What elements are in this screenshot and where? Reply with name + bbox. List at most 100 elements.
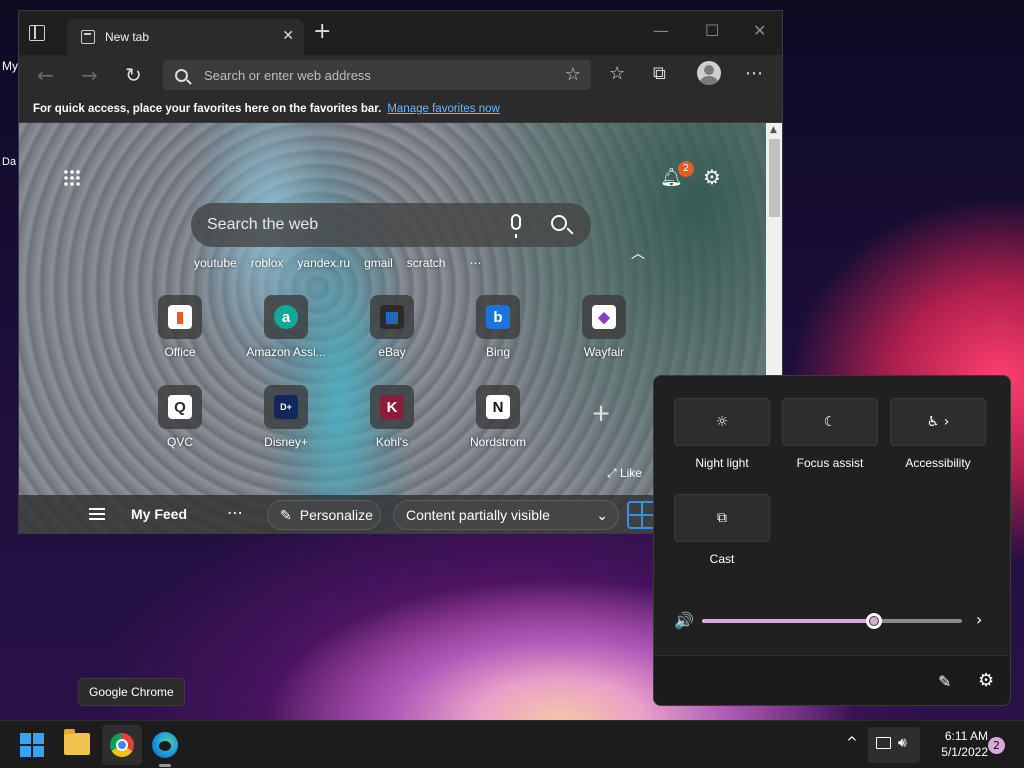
volume-more-chevron-icon[interactable]: › xyxy=(976,610,982,629)
new-tab-icon xyxy=(81,30,95,44)
tile-qvc[interactable]: Q QVC xyxy=(135,385,225,449)
manage-favorites-link[interactable]: Manage favorites now xyxy=(387,103,500,115)
scroll-up-icon[interactable]: ▲ xyxy=(770,125,777,135)
collapse-chevron-icon[interactable]: ︿ xyxy=(631,243,645,263)
nordstrom-icon: N xyxy=(486,395,510,419)
add-site-button[interactable]: + xyxy=(591,399,611,427)
address-placeholder: Search or enter web address xyxy=(204,67,371,83)
quick-link[interactable]: youtube xyxy=(194,256,237,270)
clock[interactable]: 6:11 AM 5/1/2022 xyxy=(928,728,988,760)
volume-slider-thumb[interactable] xyxy=(865,613,882,629)
microphone-icon[interactable] xyxy=(511,214,521,238)
settings-gear-icon[interactable]: ⚙ xyxy=(978,670,994,691)
taskbar-tooltip: Google Chrome xyxy=(78,678,185,706)
night-light-toggle[interactable]: ☼ xyxy=(674,398,770,446)
refresh-button[interactable]: ↻ xyxy=(125,63,142,87)
settings-more-button[interactable]: ⋯ xyxy=(745,63,763,84)
desktop-icon-label[interactable]: Da xyxy=(2,156,16,168)
forward-button[interactable]: → xyxy=(81,63,98,87)
quick-settings-footer: ✎ ⚙ xyxy=(654,655,1010,705)
tile-ebay[interactable]: ▦ eBay xyxy=(347,295,437,359)
title-bar: New tab ✕ + — ☐ ✕ xyxy=(19,11,782,55)
chrome-icon xyxy=(110,733,134,757)
volume-slider[interactable] xyxy=(702,613,962,629)
tile-label: Office xyxy=(164,345,196,359)
system-tray-button[interactable]: 🔊︎ xyxy=(868,727,920,763)
running-indicator xyxy=(159,764,171,767)
tile-icon: ▮ xyxy=(158,295,202,339)
tab-new-tab[interactable]: New tab ✕ xyxy=(67,19,304,55)
bing-icon: b xyxy=(486,305,510,329)
tile-kohls[interactable]: K Kohl's xyxy=(347,385,437,449)
cast-button[interactable]: ⧉ xyxy=(674,494,770,542)
tile-nordstrom[interactable]: N Nordstrom xyxy=(453,385,543,449)
tile-amazon-assistant[interactable]: a Amazon Assi... xyxy=(241,295,331,359)
taskbar-chrome-button[interactable] xyxy=(102,725,142,765)
new-tab-button[interactable]: + xyxy=(313,21,331,43)
tile-label: Wayfair xyxy=(583,345,625,359)
start-button[interactable] xyxy=(20,733,44,757)
volume-icon: 🔊︎ xyxy=(898,735,907,751)
personalize-button[interactable]: ✎ Personalize xyxy=(267,500,381,530)
like-label: Like xyxy=(619,466,642,480)
collections-button[interactable]: ⧉ xyxy=(653,63,666,84)
file-explorer-icon[interactable] xyxy=(64,729,90,755)
page-settings-icon[interactable]: ⚙ xyxy=(703,165,721,189)
web-search-box[interactable]: Search the web xyxy=(191,203,591,247)
notification-badge: 2 xyxy=(678,161,694,177)
back-button[interactable]: ← xyxy=(37,63,54,87)
app-launcher-icon[interactable] xyxy=(63,169,81,187)
quick-link[interactable]: gmail xyxy=(364,256,393,270)
edit-pencil-icon[interactable]: ✎ xyxy=(938,672,951,691)
tab-actions-icon[interactable] xyxy=(29,25,45,41)
desktop-icon-label[interactable]: My xyxy=(2,59,18,73)
search-icon xyxy=(175,68,188,82)
tile-wayfair[interactable]: ◆ Wayfair xyxy=(559,295,649,359)
tile-icon: K xyxy=(370,385,414,429)
quick-link[interactable]: scratch xyxy=(407,256,446,270)
add-favorite-icon[interactable]: ☆ xyxy=(565,64,581,85)
quick-links-more-button[interactable]: ⋯ xyxy=(469,256,481,270)
speaker-icon[interactable]: 🔊 xyxy=(674,611,694,630)
edge-icon[interactable] xyxy=(152,732,178,767)
accessibility-toggle[interactable]: ♿ › xyxy=(890,398,986,446)
focus-assist-label: Focus assist xyxy=(796,456,864,470)
show-hidden-icons-chevron-icon[interactable]: ^ xyxy=(846,735,858,751)
tile-icon: Q xyxy=(158,385,202,429)
profile-avatar[interactable] xyxy=(697,61,721,85)
tile-office[interactable]: ▮ Office xyxy=(135,295,225,359)
accessibility-label: Accessibility xyxy=(905,456,971,470)
my-feed-title[interactable]: My Feed xyxy=(131,506,187,522)
cast-label: Cast xyxy=(709,552,735,566)
office-icon: ▮ xyxy=(168,305,192,329)
feed-more-button[interactable]: ⋯ xyxy=(227,503,243,522)
quick-links: youtube roblox yandex.ru gmail scratch ⋯ xyxy=(194,256,481,270)
tile-icon: N xyxy=(476,385,520,429)
minimize-button[interactable]: — xyxy=(653,21,669,40)
pencil-icon: ✎ xyxy=(280,506,292,523)
tile-disney-plus[interactable]: D+ Disney+ xyxy=(241,385,331,449)
notification-center-badge[interactable]: 2 xyxy=(988,737,1005,754)
focus-assist-toggle[interactable]: ☾ xyxy=(782,398,878,446)
clock-date: 5/1/2022 xyxy=(941,745,988,759)
tile-label: Kohl's xyxy=(375,435,409,449)
personalize-label: Personalize xyxy=(299,507,373,523)
tile-icon: ▦ xyxy=(370,295,414,339)
close-window-button[interactable]: ✕ xyxy=(753,21,766,40)
favorites-button[interactable]: ☆ xyxy=(609,63,625,84)
quick-link[interactable]: yandex.ru xyxy=(297,256,350,270)
quick-link[interactable]: roblox xyxy=(251,256,284,270)
search-submit-icon[interactable] xyxy=(551,215,567,231)
tile-label: Amazon Assi... xyxy=(246,345,326,359)
wayfair-icon: ◆ xyxy=(592,305,616,329)
maximize-button[interactable]: ☐ xyxy=(705,21,719,40)
favorites-bar-message: For quick access, place your favorites h… xyxy=(33,102,382,115)
content-visibility-dropdown[interactable]: Content partially visible ⌄ xyxy=(393,500,619,530)
close-tab-button[interactable]: ✕ xyxy=(282,28,294,44)
scrollbar-thumb[interactable] xyxy=(769,139,780,217)
address-toolbar: ← → ↻ Search or enter web address ☆ ☆ ⧉ … xyxy=(19,55,782,95)
address-bar[interactable]: Search or enter web address ☆ xyxy=(163,60,591,90)
like-button[interactable]: ⤢ Like xyxy=(607,466,642,481)
tile-bing[interactable]: b Bing xyxy=(453,295,543,359)
menu-icon[interactable] xyxy=(89,508,105,520)
